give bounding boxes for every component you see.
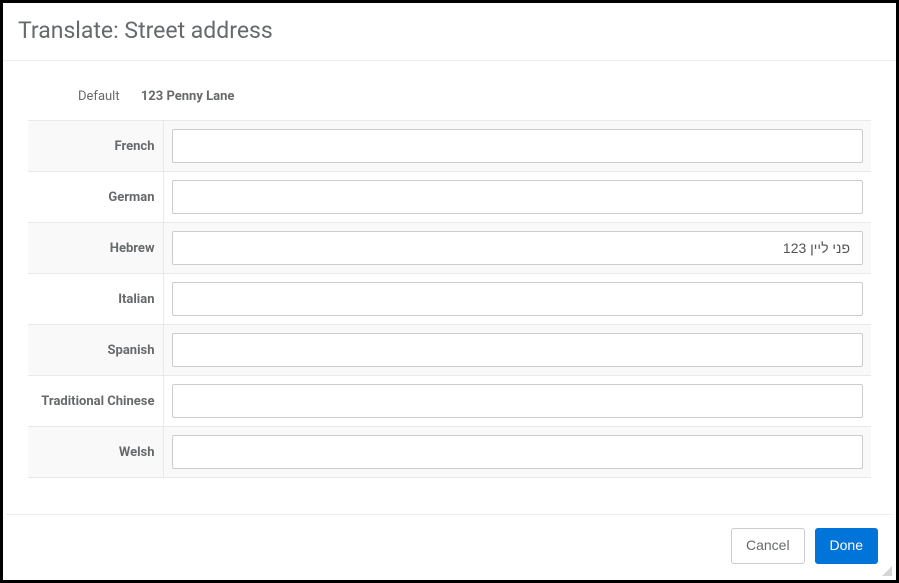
input-cell: [163, 172, 871, 223]
dialog-body: Default 123 Penny Lane FrenchGermanHebre…: [3, 61, 896, 518]
translation-input-french[interactable]: [172, 129, 864, 163]
default-label: Default: [78, 89, 120, 104]
translation-input-welsh[interactable]: [172, 435, 864, 469]
language-label-spanish: Spanish: [28, 325, 163, 376]
table-row: Traditional Chinese: [28, 376, 871, 427]
table-row: Spanish: [28, 325, 871, 376]
input-cell: [163, 376, 871, 427]
translation-input-spanish[interactable]: [172, 333, 864, 367]
translation-input-zh-tw[interactable]: [172, 384, 864, 418]
language-label-french: French: [28, 121, 163, 172]
translations-table: FrenchGermanHebrewItalianSpanishTraditio…: [28, 120, 871, 478]
language-label-italian: Italian: [28, 274, 163, 325]
language-label-hebrew: Hebrew: [28, 223, 163, 274]
done-button[interactable]: Done: [815, 528, 878, 564]
language-label-welsh: Welsh: [28, 427, 163, 478]
default-row: Default 123 Penny Lane: [28, 89, 871, 120]
language-label-zh-tw: Traditional Chinese: [28, 376, 163, 427]
input-cell: [163, 427, 871, 478]
input-cell: [163, 223, 871, 274]
table-row: German: [28, 172, 871, 223]
translation-input-german[interactable]: [172, 180, 864, 214]
translation-input-hebrew[interactable]: [172, 231, 864, 265]
table-row: French: [28, 121, 871, 172]
input-cell: [163, 274, 871, 325]
cancel-button[interactable]: Cancel: [731, 528, 805, 564]
dialog-header: Translate: Street address: [3, 3, 896, 61]
translation-input-italian[interactable]: [172, 282, 864, 316]
table-row: Hebrew: [28, 223, 871, 274]
table-row: Welsh: [28, 427, 871, 478]
dialog-footer: Cancel Done: [6, 514, 893, 577]
input-cell: [163, 121, 871, 172]
dialog-title: Translate: Street address: [18, 17, 881, 44]
language-label-german: German: [28, 172, 163, 223]
table-row: Italian: [28, 274, 871, 325]
default-value: 123 Penny Lane: [141, 89, 235, 104]
input-cell: [163, 325, 871, 376]
